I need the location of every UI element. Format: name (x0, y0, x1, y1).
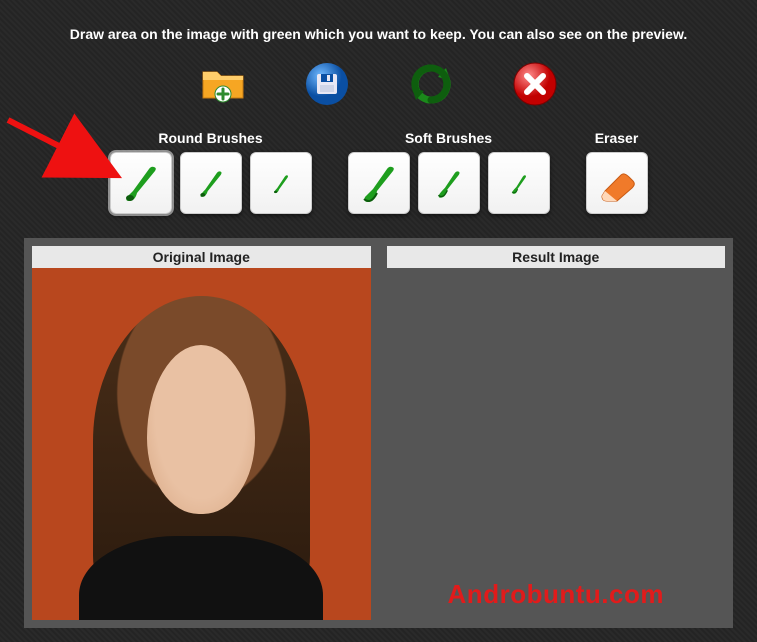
image-panels: Original Image Result Image Androbuntu.c… (24, 238, 733, 628)
round-brushes-group: Round Brushes (110, 130, 312, 214)
round-brush-medium-button[interactable] (180, 152, 242, 214)
result-image-label: Result Image (387, 246, 726, 268)
brush-groups: Round Brushes Soft Brushes (0, 130, 757, 214)
original-image-canvas[interactable] (32, 268, 371, 620)
eraser-group: Eraser (586, 130, 648, 214)
soft-brush-medium-button[interactable] (418, 152, 480, 214)
watermark-text: Androbuntu.com (387, 579, 726, 610)
open-folder-button[interactable] (199, 60, 247, 108)
refresh-button[interactable] (407, 60, 455, 108)
soft-brushes-label: Soft Brushes (405, 130, 492, 146)
result-image-canvas[interactable]: Androbuntu.com (387, 268, 726, 620)
eraser-label: Eraser (595, 130, 639, 146)
soft-brush-large-button[interactable] (348, 152, 410, 214)
eraser-button[interactable] (586, 152, 648, 214)
original-image-label: Original Image (32, 246, 371, 268)
portrait-placeholder (32, 268, 371, 620)
round-brush-large-button[interactable] (110, 152, 172, 214)
result-image-panel: Result Image Androbuntu.com (387, 246, 726, 620)
main-toolbar (0, 60, 757, 108)
soft-brushes-group: Soft Brushes (348, 130, 550, 214)
round-brush-small-button[interactable] (250, 152, 312, 214)
close-button[interactable] (511, 60, 559, 108)
soft-brush-small-button[interactable] (488, 152, 550, 214)
original-image-panel: Original Image (32, 246, 371, 620)
instruction-text: Draw area on the image with green which … (0, 0, 757, 52)
save-button[interactable] (303, 60, 351, 108)
round-brushes-label: Round Brushes (158, 130, 262, 146)
